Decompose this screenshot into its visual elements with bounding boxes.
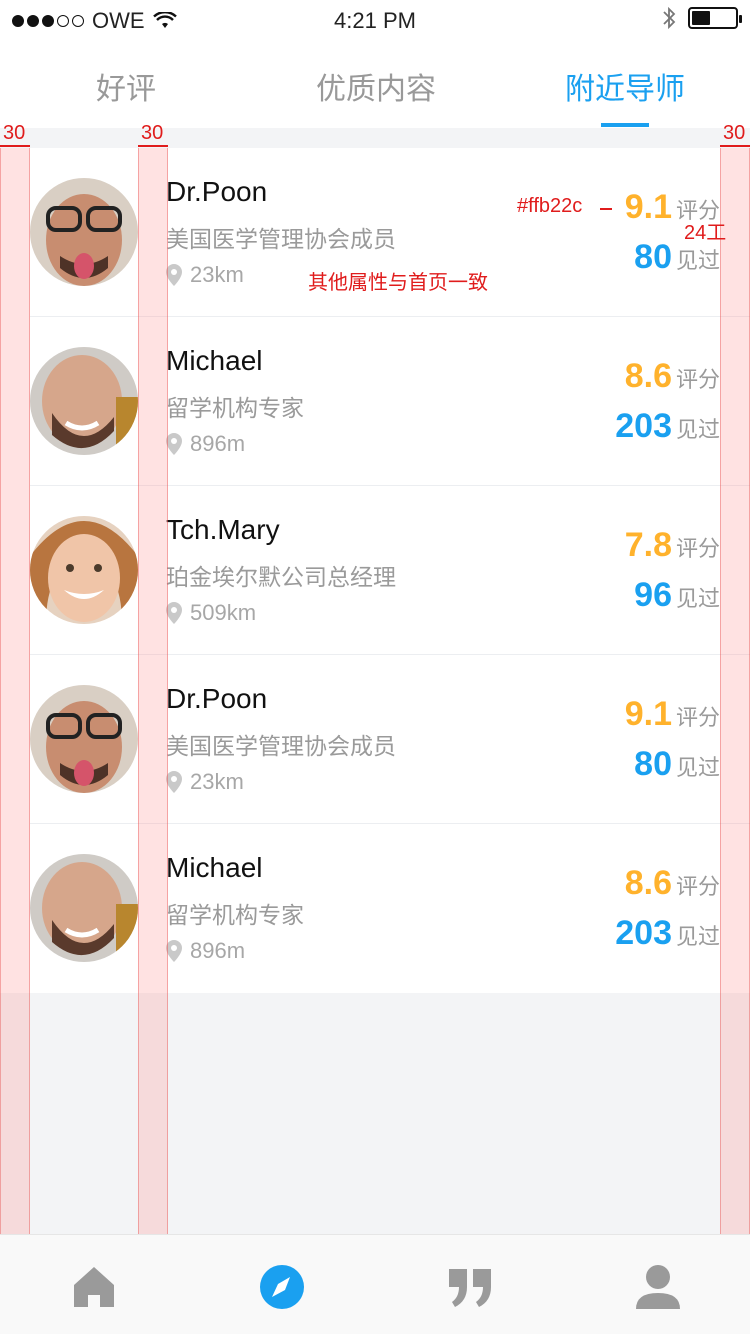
score-label: 评分	[675, 536, 720, 561]
quote-icon[interactable]	[446, 1263, 494, 1311]
active-tab-indicator	[601, 123, 649, 127]
tab-quality-content[interactable]: 优质内容	[316, 64, 436, 108]
avatar	[30, 178, 138, 286]
seen-value: 203	[615, 407, 672, 445]
score-label: 评分	[675, 874, 720, 899]
distance-value: 896m	[190, 431, 246, 456]
bottom-tab-bar	[0, 1234, 750, 1334]
location-pin-icon	[166, 264, 182, 286]
dimension-label-text: 30	[141, 122, 164, 144]
avatar	[30, 685, 138, 793]
seen-value: 80	[634, 745, 672, 783]
score-value: 9.1	[624, 695, 672, 733]
seen-label: 见过	[675, 586, 720, 611]
seen-value: 203	[615, 914, 672, 952]
score-value: 9.1	[624, 188, 672, 226]
score-value: 7.8	[624, 526, 672, 564]
color-annotation: #ffb22c	[517, 195, 583, 217]
mentor-row[interactable]: Michael 留学机构专家 896m 8.6 评分 203 见过	[30, 824, 750, 993]
compass-icon[interactable]	[258, 1263, 306, 1311]
props-annotation: 其他属性与首页一致	[308, 272, 488, 294]
dimension-line-text	[138, 145, 168, 147]
mentor-name: Michael	[166, 852, 263, 883]
seen-label: 见过	[675, 417, 720, 442]
mentor-seen: 203 见过	[615, 914, 720, 953]
home-icon[interactable]	[70, 1263, 118, 1311]
seen-label: 见过	[675, 248, 720, 273]
avatar	[30, 347, 138, 455]
score-label: 评分	[675, 367, 720, 392]
mentor-distance: 896m	[166, 431, 245, 457]
location-pin-icon	[166, 940, 182, 962]
battery-icon	[688, 7, 742, 29]
mentor-name: Dr.Poon	[166, 176, 268, 207]
mentor-score: 9.1 评分	[625, 695, 720, 734]
mentor-seen: 203 见过	[615, 407, 720, 446]
seen-value: 96	[634, 576, 672, 614]
mentor-seen: 80 见过	[634, 745, 720, 784]
score-value: 8.6	[624, 864, 672, 902]
mentor-title: 留学机构专家	[166, 395, 304, 421]
location-pin-icon	[166, 602, 182, 624]
location-pin-icon	[166, 771, 182, 793]
tab-good-reviews[interactable]: 好评	[96, 64, 156, 108]
avatar	[30, 516, 138, 624]
status-bar: OWE 4:21 PM	[0, 0, 750, 40]
color-annotation-line	[600, 208, 612, 210]
mentor-name: Tch.Mary	[166, 514, 280, 545]
mentor-distance: 896m	[166, 938, 245, 964]
user-icon[interactable]	[634, 1263, 682, 1311]
mentor-row[interactable]: Michael 留学机构专家 896m 8.6 评分 203 见过	[30, 317, 750, 486]
mentor-distance: 23km	[166, 262, 244, 288]
mentor-score: 8.6 评分	[625, 357, 720, 396]
mentor-title: 珀金埃尔默公司总经理	[166, 564, 396, 590]
dimension-line-right	[720, 145, 750, 147]
mentor-title: 留学机构专家	[166, 902, 304, 928]
seen-value: 80	[634, 238, 672, 276]
tab-nearby-mentors[interactable]: 附近导师	[565, 64, 685, 108]
distance-value: 896m	[190, 938, 246, 963]
top-tabs: 好评 优质内容 附近导师	[0, 40, 750, 128]
location-pin-icon	[166, 433, 182, 455]
mentor-seen: 96 见过	[634, 576, 720, 615]
score-label: 评分	[675, 705, 720, 730]
mentor-row[interactable]: Tch.Mary 珀金埃尔默公司总经理 509km 7.8 评分 96 见过	[30, 486, 750, 655]
dimension-line-left	[0, 145, 30, 147]
distance-value: 509km	[190, 600, 257, 625]
mentor-score: 8.6 评分	[625, 864, 720, 903]
score-value: 8.6	[624, 357, 672, 395]
distance-value: 23km	[190, 262, 244, 287]
mentor-title: 美国医学管理协会成员	[166, 733, 396, 759]
mentor-distance: 23km	[166, 769, 244, 795]
bluetooth-icon	[663, 6, 676, 30]
mentor-score: 7.8 评分	[625, 526, 720, 565]
mentor-name: Michael	[166, 345, 263, 376]
seen-label: 见过	[675, 924, 720, 949]
dimension-label-right: 30	[723, 122, 746, 144]
avatar	[30, 854, 138, 962]
size-annotation: 24工	[684, 222, 727, 244]
distance-value: 23km	[190, 769, 244, 794]
status-time: 4:21 PM	[334, 8, 416, 33]
dimension-label-left: 30	[3, 122, 26, 144]
mentor-title: 美国医学管理协会成员	[166, 226, 396, 252]
mentor-name: Dr.Poon	[166, 683, 268, 714]
seen-label: 见过	[675, 755, 720, 780]
mentor-distance: 509km	[166, 600, 256, 626]
mentor-row[interactable]: Dr.Poon 美国医学管理协会成员 23km 9.1 评分 80 见过	[30, 655, 750, 824]
